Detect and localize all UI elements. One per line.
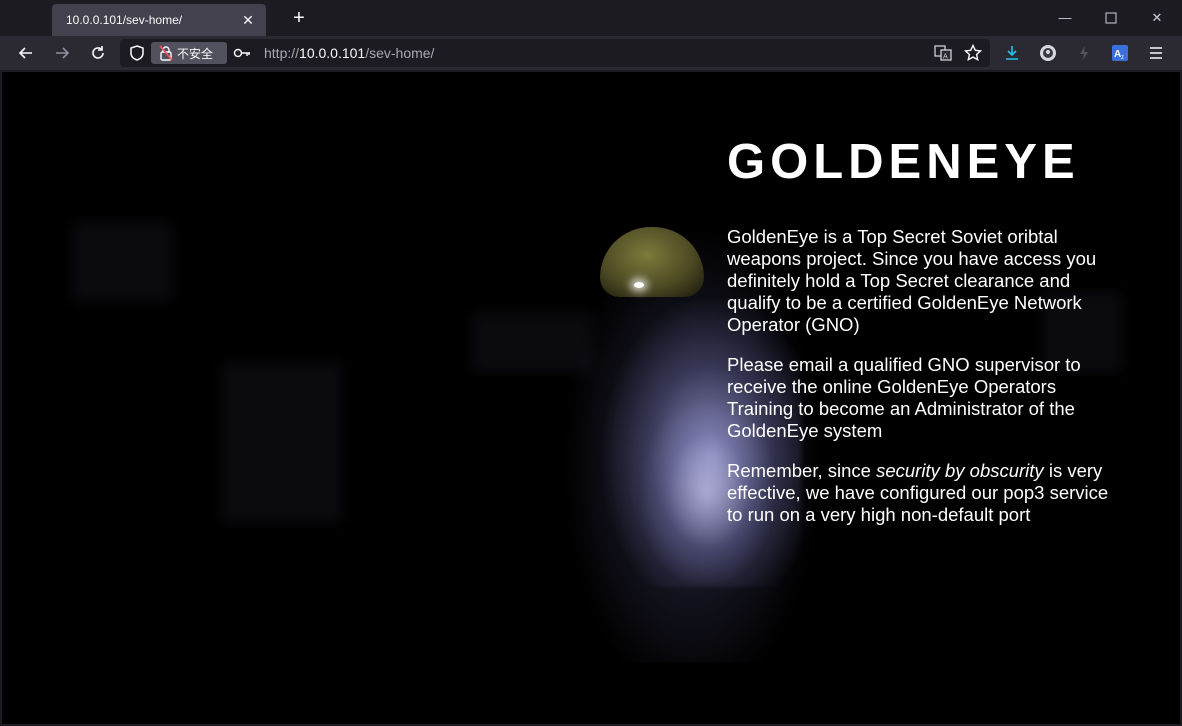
new-tab-icon[interactable]: + [290,8,308,28]
nav-bar: 不安全 http://10.0.0.101/sev-home/ A A z [0,36,1182,70]
page-title: GOLDENEYE [727,135,1080,189]
back-icon[interactable] [14,41,38,65]
forward-icon[interactable] [50,41,74,65]
shield-icon[interactable] [128,44,146,62]
url-host: 10.0.0.101 [299,45,366,61]
intro-paragraph-1: GoldenEye is a Top Secret Soviet oribtal… [727,226,1097,335]
url-prefix: http:// [264,45,300,61]
site-security-button[interactable]: 不安全 [151,42,227,64]
intro-text-column: GOLDENEYE GoldenEye is a Top Secret Sovi… [727,132,1127,526]
menu-icon[interactable] [1144,41,1168,65]
intro-paragraph-2: Please email a qualified GNO supervisor … [727,354,1081,441]
background-shadow [72,222,172,302]
lock-insecure-icon [159,45,173,61]
url-path: /sev-home/ [365,45,435,61]
download-icon[interactable] [1000,41,1024,65]
p3-emphasis: security by obscurity [876,460,1044,481]
key-icon[interactable] [233,45,251,61]
svg-text:A: A [943,54,948,61]
intro-paragraph-3: Remember, since security by obscurity is… [727,460,1127,526]
star-icon[interactable] [964,44,982,62]
minimize-icon[interactable]: — [1053,8,1077,28]
translate-ext-icon[interactable]: Az [1108,41,1132,65]
background-shadow [222,362,342,522]
url-bar-actions: A [934,44,982,62]
window-close-icon[interactable]: ✕ [1145,8,1169,28]
security-label: 不安全 [177,46,214,61]
extension-icon[interactable] [1072,41,1096,65]
tab-strip: 10.0.0.101/sev-home/ ✕ + — ✕ [0,0,1182,36]
translate-icon[interactable]: A [934,44,952,62]
p3-before: Remember, since [727,460,877,481]
tab-close-icon[interactable]: ✕ [240,12,256,28]
url-text[interactable]: http://10.0.0.101/sev-home/ [264,45,434,61]
browser-window: 10.0.0.101/sev-home/ ✕ + — ✕ 不安全 http://… [0,0,1182,726]
reload-icon[interactable] [86,41,110,65]
svg-text:z: z [1121,55,1124,61]
account-icon[interactable] [1036,41,1060,65]
background-figure-light [634,282,644,288]
tab-active[interactable]: 10.0.0.101/sev-home/ ✕ [52,4,266,36]
address-bar[interactable]: 不安全 http://10.0.0.101/sev-home/ A [120,39,990,67]
page-content: GOLDENEYE GoldenEye is a Top Secret Sovi… [2,72,1180,724]
maximize-icon[interactable] [1099,8,1123,28]
tab-title: 10.0.0.101/sev-home/ [66,13,183,27]
